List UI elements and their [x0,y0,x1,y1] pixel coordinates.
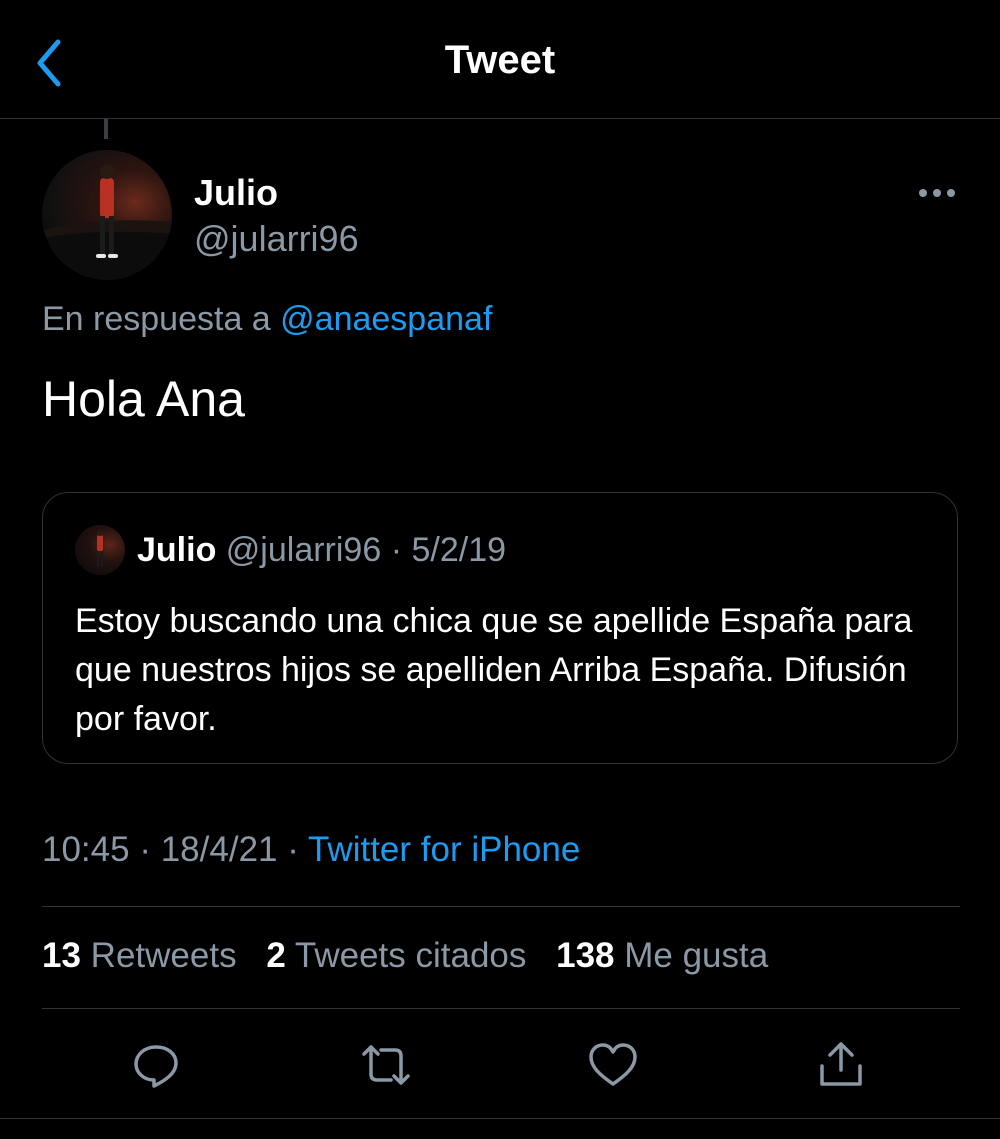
quoted-avatar-photo [97,530,103,567]
reply-button[interactable] [131,1040,181,1090]
divider [42,906,960,907]
quotes-stat[interactable]: 2 Tweets citados [266,936,526,975]
meta-separator: · [287,830,299,869]
reply-prefix: En respuesta a [42,300,271,338]
likes-count: 138 [556,936,615,975]
author-name[interactable]: Julio [194,172,278,214]
retweets-count: 13 [42,936,81,975]
quotes-label: Tweets citados [294,936,527,975]
header-bar: Tweet [0,0,1000,119]
quoted-header: Julio @jularri96 · 5/2/19 [137,531,506,570]
tweet-text: Hola Ana [42,371,245,427]
engagement-stats: 13 Retweets 2 Tweets citados 138 Me gust… [42,936,788,976]
like-button[interactable] [588,1040,638,1090]
retweets-label: Retweets [90,936,237,975]
quoted-author-handle: @jularri96 [225,531,382,569]
author-handle[interactable]: @jularri96 [194,218,359,260]
quoted-date: 5/2/19 [411,531,507,569]
quoted-separator: · [390,531,403,569]
tweet-metadata: 10:45 · 18/4/21 · Twitter for iPhone [42,830,580,870]
page-title: Tweet [444,38,556,82]
retweet-icon [362,1045,410,1085]
likes-stat[interactable]: 138 Me gusta [556,936,768,975]
more-options-button[interactable] [914,176,960,210]
meta-separator: · [139,830,151,869]
source-link[interactable]: Twitter for iPhone [308,830,580,869]
avatar[interactable] [42,150,172,280]
thread-connector [104,119,108,139]
quoted-tweet[interactable]: Julio @jularri96 · 5/2/19 Estoy buscando… [42,492,958,764]
reply-icon [134,1045,178,1088]
avatar-photo [42,165,172,280]
likes-label: Me gusta [624,936,769,975]
retweet-button[interactable] [359,1040,410,1090]
quoted-avatar [75,525,125,575]
like-icon [589,1043,637,1086]
quoted-author-name: Julio [137,531,217,569]
retweets-stat[interactable]: 13 Retweets [42,936,237,975]
divider [0,1118,1000,1119]
ellipsis-icon [919,189,955,197]
divider [42,1008,960,1009]
quoted-text: Estoy buscando una chica que se apellide… [75,602,913,738]
share-button[interactable] [816,1040,866,1090]
share-icon [820,1042,862,1086]
tweet-time: 10:45 [42,830,130,869]
reply-context: En respuesta a @anaespanaf [42,300,492,339]
quotes-count: 2 [266,936,286,975]
tweet-date: 18/4/21 [160,830,278,869]
reply-to-handle-link[interactable]: @anaespanaf [280,300,492,338]
